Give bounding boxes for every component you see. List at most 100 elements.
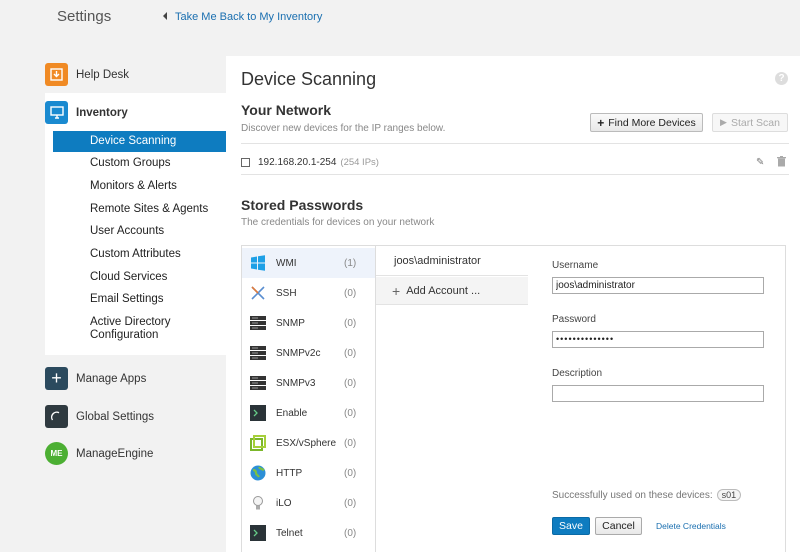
credential-type-count: (0): [344, 347, 357, 359]
delete-credentials-link[interactable]: Delete Credentials: [656, 521, 726, 531]
terminal-icon: [250, 405, 266, 421]
credential-type-telnet[interactable]: Telnet (0): [242, 518, 375, 548]
description-label: Description: [552, 368, 603, 379]
username-field[interactable]: [552, 277, 764, 294]
credential-type-wmi[interactable]: WMI (1): [242, 248, 375, 278]
credential-type-count: (0): [344, 497, 357, 509]
trash-icon[interactable]: [777, 156, 786, 170]
device-badge[interactable]: s01: [716, 489, 742, 501]
add-account-label: Add Account ...: [406, 284, 481, 297]
credential-type-count: (0): [344, 287, 357, 299]
account-item-selected[interactable]: joos\administrator: [376, 246, 528, 276]
server-icon: [250, 376, 266, 390]
server-icon: [250, 346, 266, 360]
sidebar-item-custom-groups[interactable]: Custom Groups: [53, 157, 226, 170]
password-label: Password: [552, 314, 596, 325]
credential-type-name: WMI: [276, 257, 297, 269]
globe-icon: [250, 465, 266, 481]
back-arrow-icon: [163, 12, 167, 20]
credential-type-name: HTTP: [276, 467, 303, 479]
sidebar-item-label: Manage Apps: [76, 372, 147, 385]
sidebar: Help Desk Inventory Device Scanning Cust…: [0, 50, 226, 552]
credential-type-count: (0): [344, 527, 357, 539]
sidebar-item-label: Global Settings: [76, 410, 154, 423]
plus-icon: +: [45, 367, 68, 390]
gauge-icon: [45, 405, 68, 428]
credentials-panel: WMI (1) SSH (0) SNMP (0) SNMPv2c (0) SNM…: [241, 245, 786, 552]
credential-type-snmp[interactable]: SNMP (0): [242, 308, 375, 338]
start-scan-button[interactable]: ▶ Start Scan: [712, 113, 788, 132]
save-button[interactable]: Save: [552, 517, 590, 535]
sidebar-item-label: ManageEngine: [76, 447, 154, 460]
stored-passwords-heading: Stored Passwords: [241, 197, 364, 213]
ip-count-text: (254 IPs): [340, 156, 379, 168]
divider: [241, 143, 789, 144]
sidebar-item-manage-apps[interactable]: + Manage Apps: [45, 367, 226, 390]
username-label: Username: [552, 260, 599, 271]
credential-type-name: SNMPv2c: [276, 347, 321, 359]
sidebar-item-help-desk[interactable]: Help Desk: [45, 63, 226, 86]
app-title: Settings: [57, 8, 112, 25]
find-more-devices-label: Find More Devices: [608, 116, 696, 129]
credential-type-name: ESX/vSphere: [276, 437, 337, 449]
back-link-label: Take Me Back to My Inventory: [175, 11, 323, 23]
credential-type-snmpv3[interactable]: SNMPv3 (0): [242, 368, 375, 398]
bulb-icon: [253, 496, 263, 510]
server-icon: [250, 316, 266, 330]
help-desk-icon: [45, 63, 68, 86]
credential-type-enable[interactable]: Enable (0): [242, 398, 375, 428]
sidebar-item-remote-sites[interactable]: Remote Sites & Agents: [53, 203, 226, 216]
back-to-inventory-link[interactable]: Take Me Back to My Inventory: [163, 11, 322, 23]
credential-type-ssh[interactable]: SSH (0): [242, 278, 375, 308]
find-more-devices-button[interactable]: + Find More Devices: [590, 113, 703, 132]
start-scan-label: Start Scan: [730, 116, 780, 129]
credential-type-ilo[interactable]: iLO (0): [242, 488, 375, 518]
ip-range-checkbox[interactable]: [241, 157, 250, 167]
credential-type-count: (1): [344, 257, 357, 269]
help-icon[interactable]: ?: [775, 72, 788, 85]
sidebar-item-user-accounts[interactable]: User Accounts: [53, 225, 226, 238]
page-title: Device Scanning: [241, 69, 377, 89]
manageengine-logo-icon: ME: [45, 442, 68, 465]
used-on-devices-text: Successfully used on these devices: s01: [552, 489, 742, 501]
sidebar-item-email-settings[interactable]: Email Settings: [53, 293, 226, 306]
credential-type-count: (0): [344, 467, 357, 479]
credential-type-esx-vsphere[interactable]: ESX/vSphere (0): [242, 428, 375, 458]
account-list: joos\administrator + Add Account ...: [376, 246, 528, 552]
divider: [241, 174, 789, 175]
sidebar-item-monitors-alerts[interactable]: Monitors & Alerts: [53, 180, 226, 193]
monitor-icon: [45, 101, 68, 124]
sidebar-item-label: Help Desk: [76, 68, 130, 81]
credential-type-name: SNMP: [276, 317, 305, 329]
stored-passwords-subtitle: The credentials for devices on your netw…: [241, 217, 435, 228]
credential-type-count: (0): [344, 437, 357, 449]
credential-type-name: SNMPv3: [276, 377, 316, 389]
plus-icon: +: [392, 282, 401, 299]
sidebar-item-inventory[interactable]: Inventory: [45, 101, 226, 124]
add-account-button[interactable]: + Add Account ...: [376, 277, 528, 305]
sidebar-item-label: Inventory: [76, 106, 128, 119]
vsphere-icon: [250, 435, 266, 451]
credential-type-name: Telnet: [276, 527, 303, 539]
credential-type-count: (0): [344, 407, 357, 419]
credential-type-list: WMI (1) SSH (0) SNMP (0) SNMPv2c (0) SNM…: [242, 246, 376, 552]
cancel-button[interactable]: Cancel: [595, 517, 642, 535]
description-field[interactable]: [552, 385, 764, 402]
ip-range-text: 192.168.20.1-254: [258, 156, 337, 168]
your-network-heading: Your Network: [241, 102, 331, 118]
used-on-label: Successfully used on these devices:: [552, 489, 713, 501]
sidebar-item-device-scanning[interactable]: Device Scanning: [53, 131, 226, 152]
credential-type-name: iLO: [276, 497, 292, 509]
your-network-subtitle: Discover new devices for the IP ranges b…: [241, 123, 446, 134]
sidebar-item-global-settings[interactable]: Global Settings: [45, 405, 226, 428]
credential-type-snmpv2c[interactable]: SNMPv2c (0): [242, 338, 375, 368]
terminal-icon: [250, 525, 266, 541]
sidebar-item-cloud-services[interactable]: Cloud Services: [53, 271, 226, 284]
credential-type-name: SSH: [276, 287, 297, 299]
sidebar-item-manageengine[interactable]: ME ManageEngine: [45, 442, 226, 465]
sidebar-item-custom-attributes[interactable]: Custom Attributes: [53, 248, 226, 261]
password-field[interactable]: ••••••••••••••: [552, 331, 764, 348]
credential-type-http[interactable]: HTTP (0): [242, 458, 375, 488]
sidebar-item-active-directory[interactable]: Active Directory Configuration: [53, 316, 193, 342]
edit-pencil-icon[interactable]: ✎: [756, 157, 764, 168]
